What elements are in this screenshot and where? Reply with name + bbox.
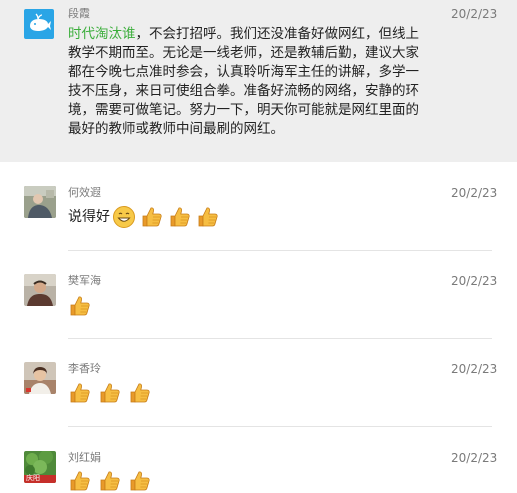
avatar-whale[interactable] bbox=[24, 9, 54, 39]
comment-divider bbox=[68, 250, 492, 251]
thumbs-up-emoji-icon bbox=[128, 381, 152, 405]
thumbs-up-emoji-icon bbox=[98, 469, 122, 493]
comment-1-author[interactable]: 何效遐 bbox=[68, 186, 101, 199]
comment-divider bbox=[68, 338, 492, 339]
comment-3-date: 20/2/23 bbox=[451, 362, 498, 376]
grin-emoji-icon bbox=[113, 206, 135, 228]
comment-divider bbox=[68, 426, 492, 427]
comment-2-author[interactable]: 樊军海 bbox=[68, 274, 101, 287]
post-body-text: ，不会打招呼。我们还没准备好做网红，但线上教学不期而至。无论是一线老师，还是教辅… bbox=[68, 26, 419, 137]
comment-2-content bbox=[68, 294, 268, 318]
person-photo-icon bbox=[24, 186, 56, 218]
thumbs-up-emoji-icon bbox=[168, 205, 192, 229]
thumbs-up-emoji-icon bbox=[128, 469, 152, 493]
thumbs-up-emoji-icon bbox=[196, 205, 220, 229]
thumbs-up-emoji-icon bbox=[140, 205, 164, 229]
avatar-commenter-3[interactable] bbox=[24, 362, 56, 394]
post-date: 20/2/23 bbox=[451, 7, 498, 21]
thumbs-up-emoji-icon bbox=[68, 469, 92, 493]
post-text: 时代淘汰谁，不会打招呼。我们还没准备好做网红，但线上教学不期而至。无论是一线老师… bbox=[68, 25, 428, 139]
post-container: 段霞 20/2/23 时代淘汰谁，不会打招呼。我们还没准备好做网红，但线上教学不… bbox=[0, 0, 517, 162]
thumbs-up-emoji-icon bbox=[68, 381, 92, 405]
post-author[interactable]: 段霞 bbox=[68, 7, 90, 20]
avatar-commenter-1[interactable] bbox=[24, 186, 56, 218]
comment-3-author[interactable]: 李香玲 bbox=[68, 362, 101, 375]
comment-4-date: 20/2/23 bbox=[451, 451, 498, 465]
avatar-commenter-2[interactable] bbox=[24, 274, 56, 306]
thumbs-up-emoji-icon bbox=[98, 381, 122, 405]
comment-1-content: 说得好 bbox=[68, 205, 268, 229]
person-photo-icon bbox=[24, 362, 56, 394]
comment-3-content bbox=[68, 381, 268, 405]
comment-2-date: 20/2/23 bbox=[451, 274, 498, 288]
comment-4-author[interactable]: 刘红娟 bbox=[68, 451, 101, 464]
thumbs-up-emoji-icon bbox=[68, 294, 92, 318]
comment-4-content bbox=[68, 469, 268, 493]
comment-1-date: 20/2/23 bbox=[451, 186, 498, 200]
avatar-commenter-4[interactable]: 庆阳 bbox=[24, 451, 56, 483]
person-photo-icon bbox=[24, 274, 56, 306]
avatar-caption: 庆阳 bbox=[26, 474, 40, 482]
whale-icon bbox=[30, 13, 51, 31]
topic-link[interactable]: 时代淘汰谁 bbox=[68, 26, 136, 42]
comment-1-text: 说得好 bbox=[68, 209, 110, 225]
